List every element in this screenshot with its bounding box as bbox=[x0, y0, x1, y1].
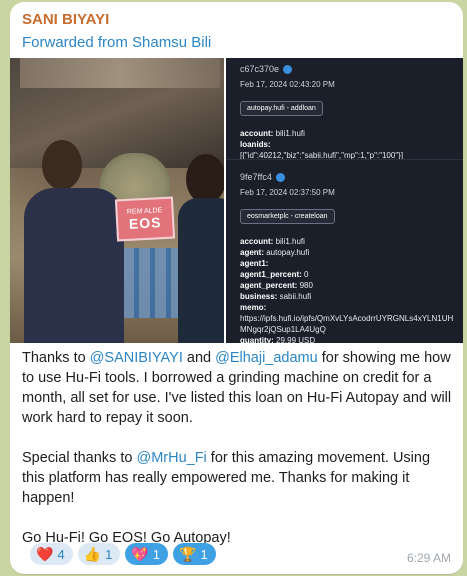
photo-roof bbox=[20, 58, 220, 88]
reaction-trophy[interactable]: 🏆 1 bbox=[173, 543, 216, 565]
transaction-1: c67c370e Feb 17, 2024 02:43:20 PM autopa… bbox=[240, 64, 403, 161]
person-body bbox=[24, 188, 124, 343]
mention-link[interactable]: @SANIBIYAYI bbox=[90, 350, 183, 366]
verified-icon bbox=[275, 172, 285, 182]
message-bubble[interactable]: SANI BIYAYI Forwarded from Shamsu Bili R… bbox=[10, 2, 463, 574]
reaction-count: 1 bbox=[152, 546, 161, 562]
photo[interactable]: REM ALDE EOS bbox=[10, 58, 224, 343]
tx-hash: 9fe7ffc4 bbox=[240, 172, 455, 182]
tx-action-badge: autopay.hufi - addloan bbox=[240, 101, 323, 116]
verified-icon bbox=[283, 64, 293, 74]
transaction-2: 9fe7ffc4 Feb 17, 2024 02:37:50 PM eosmar… bbox=[240, 172, 455, 346]
tx-field: https://ipfs.hufi.io/ipfs/QmXvLYsAcodrrU… bbox=[240, 314, 454, 334]
tx-field: agent1_percent: 0 bbox=[240, 270, 309, 279]
person-body bbox=[178, 198, 224, 343]
trophy-icon: 🏆 bbox=[179, 546, 197, 562]
reactions-bar: ❤️ 4 👍 1 💖 1 🏆 1 bbox=[30, 543, 216, 565]
person-head bbox=[42, 140, 82, 190]
sparkling-heart-icon: 💖 bbox=[131, 546, 149, 562]
tx-field: agent: autopay.hufi bbox=[240, 248, 310, 257]
reaction-count: 4 bbox=[57, 546, 65, 562]
mention-link[interactable]: @Elhaji_adamu bbox=[215, 350, 318, 366]
reaction-sparkling-heart[interactable]: 💖 1 bbox=[125, 543, 169, 565]
tx-date: Feb 17, 2024 02:37:50 PM bbox=[240, 188, 335, 197]
forwarded-from[interactable]: Forwarded from Shamsu Bili bbox=[22, 34, 211, 51]
message-paragraph: Special thanks to @MrHu_Fi for this amaz… bbox=[22, 450, 431, 506]
eos-sign: REM ALDE EOS bbox=[114, 196, 176, 242]
tx-field: agent1: bbox=[240, 259, 269, 268]
tx-field: quantity: 29.99 USD bbox=[240, 336, 316, 345]
tx-field: agent_percent: 980 bbox=[240, 281, 313, 290]
mention-link[interactable]: @MrHu_Fi bbox=[136, 450, 206, 466]
tx-date: Feb 17, 2024 02:43:20 PM bbox=[240, 80, 335, 89]
thumbs-up-icon: 👍 bbox=[83, 546, 102, 562]
tx-divider bbox=[226, 159, 463, 160]
tx-action-badge: eosmarketplc - createloan bbox=[240, 209, 335, 224]
tx-field: business: sabii.hufi bbox=[240, 292, 312, 301]
person-head bbox=[186, 154, 224, 204]
tx-fields: account: bili1.hufi loanids: [{"id":4021… bbox=[240, 128, 403, 161]
tx-field: account: bili1.hufi bbox=[240, 129, 305, 138]
sender-name[interactable]: SANI BIYAYI bbox=[22, 11, 109, 28]
tx-fields: account: bili1.hufi agent: autopay.hufi … bbox=[240, 236, 455, 346]
message-paragraph: Thanks to @SANIBIYAYI and @Elhaji_adamu … bbox=[22, 350, 452, 426]
tx-field: memo: bbox=[240, 303, 267, 312]
tx-hash: c67c370e bbox=[240, 64, 403, 74]
sign-line2: EOS bbox=[128, 213, 162, 232]
reaction-thumbs-up[interactable]: 👍 1 bbox=[77, 543, 121, 565]
transaction-screenshot[interactable]: c67c370e Feb 17, 2024 02:43:20 PM autopa… bbox=[226, 58, 463, 346]
tx-field: account: bili1.hufi bbox=[240, 237, 305, 246]
reaction-count: 1 bbox=[200, 546, 208, 562]
reaction-count: 1 bbox=[105, 546, 113, 562]
reaction-heart[interactable]: ❤️ 4 bbox=[30, 543, 73, 565]
message-time: 6:29 AM bbox=[406, 551, 451, 565]
tx-field: loanids: bbox=[240, 140, 271, 149]
heart-icon: ❤️ bbox=[36, 546, 54, 562]
message-text: Thanks to @SANIBIYAYI and @Elhaji_adamu … bbox=[22, 348, 452, 548]
